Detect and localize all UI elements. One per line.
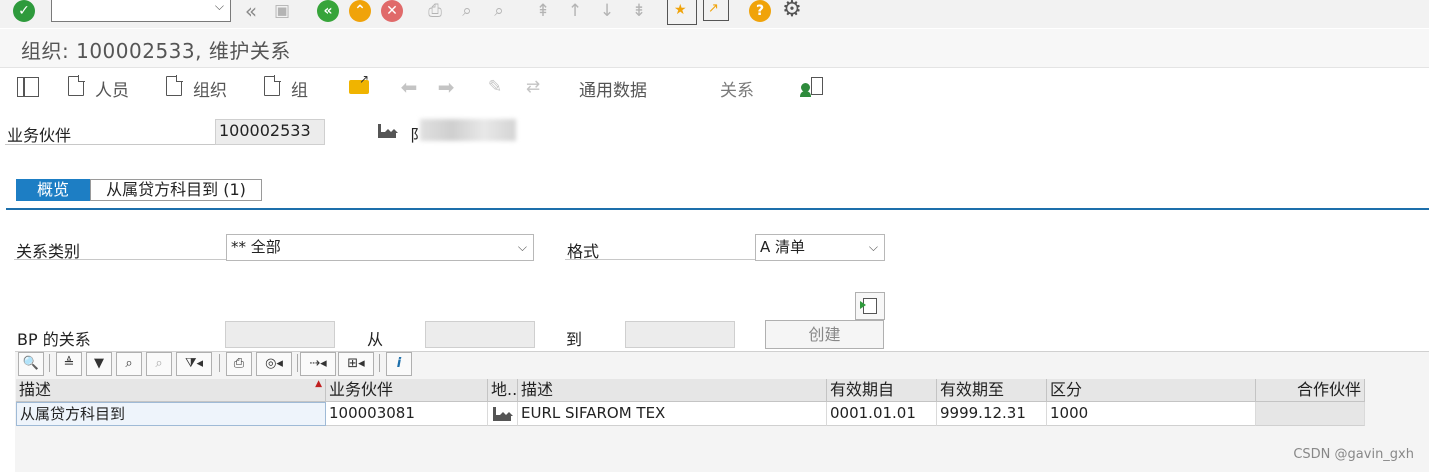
organizations-button[interactable]: 组织 — [193, 76, 227, 101]
persons-button[interactable]: 人员 — [95, 76, 129, 101]
settings-gear-icon[interactable]: ⚙ — [779, 0, 805, 21]
column-header-relation-desc[interactable]: 描述 ▲ — [16, 379, 326, 402]
label-underline — [5, 144, 215, 145]
table-cell-valid-from[interactable]: 0001.01.01 — [827, 402, 937, 426]
table-cell-address[interactable] — [488, 402, 518, 426]
page-title: 组织: 100002533, 维护关系 — [21, 39, 291, 63]
export-icon[interactable]: ⇢◂ — [300, 352, 336, 376]
blurred-partner-name — [420, 119, 516, 141]
table-cell-partner[interactable]: 100003081 — [326, 402, 488, 426]
document-icon[interactable] — [264, 75, 281, 96]
create-button[interactable]: 创建 — [765, 320, 884, 349]
command-field[interactable]: ⌵ — [51, 0, 231, 22]
new-session-icon[interactable]: ★ — [667, 0, 697, 25]
tab-strip-line — [6, 208, 1429, 210]
chevron-down-icon: ⌵ — [517, 240, 527, 254]
table-cell-valid-to[interactable]: 9999.12.31 — [937, 402, 1047, 426]
format-value: A 清单 — [760, 238, 806, 256]
relationships-button[interactable]: 关系 — [720, 76, 754, 101]
column-header-address[interactable]: 地... — [488, 379, 518, 402]
arrow-right-icon[interactable]: ➡ — [434, 76, 458, 98]
find-icon[interactable]: ⌕ — [455, 0, 479, 22]
valid-to-field[interactable] — [625, 321, 735, 348]
tab-overview[interactable]: 概览 — [16, 179, 90, 207]
sort-descending-icon[interactable]: ▼ — [86, 352, 112, 376]
label-underline — [565, 259, 755, 260]
display-change-icon[interactable]: ✎ — [483, 76, 507, 98]
chevron-down-icon: ⌵ — [868, 240, 878, 254]
table-cell-relation-desc[interactable]: 从属贷方科目到 — [16, 402, 326, 426]
save-icon[interactable]: ▣ — [270, 0, 294, 22]
navigation-panel-icon[interactable] — [17, 77, 39, 97]
first-page-icon[interactable]: ⇞ — [531, 0, 555, 22]
column-header-valid-from[interactable]: 有效期自 — [827, 379, 937, 402]
business-partner-label: 业务伙伴 — [7, 126, 72, 145]
to-label: 到 — [566, 330, 583, 349]
layout-icon[interactable]: ⊞◂ — [338, 352, 374, 376]
table-cell-cooperation-partner[interactable] — [1256, 402, 1365, 426]
sort-ascending-icon[interactable]: ≜ — [56, 352, 82, 376]
chevron-down-icon: ⌵ — [214, 0, 224, 13]
info-icon[interactable]: i — [386, 352, 412, 376]
print-icon[interactable]: ⎙ — [423, 0, 447, 22]
column-header-partner-desc[interactable]: 描述 — [518, 379, 827, 402]
find-icon[interactable]: ⌕ — [116, 352, 142, 376]
back-icon[interactable]: « — [317, 0, 339, 22]
tab-subordinate-vendor[interactable]: 从属贷方科目到 (1) — [90, 179, 262, 201]
toolbar-separator — [297, 354, 298, 372]
arrow-left-icon[interactable]: ⬅ — [397, 76, 421, 98]
table-cell-differentiation[interactable]: 1000 — [1047, 402, 1256, 426]
from-label: 从 — [367, 330, 384, 349]
toolbar-separator — [49, 354, 50, 372]
previous-page-icon[interactable]: ↑ — [563, 0, 587, 22]
toolbar-separator — [219, 354, 220, 372]
collapse-icon[interactable]: « — [239, 0, 263, 22]
toolbar-separator — [379, 354, 380, 372]
system-toolbar: ✓ ⌵ « ▣ « ⌃ ✕ ⎙ ⌕ ⌕ ⇞ ↑ ↓ ⇟ ★ ↗ ? ⚙ — [0, 0, 1429, 28]
insert-row-icon[interactable] — [855, 292, 885, 320]
business-partner-field[interactable]: 100002533 — [215, 119, 325, 145]
enter-check-icon[interactable]: ✓ — [13, 0, 35, 22]
column-header-label: 描述 — [19, 380, 52, 399]
open-folder-icon[interactable]: ↗ — [349, 72, 369, 94]
column-header-cooperation-partner[interactable]: 合作伙伴 — [1256, 379, 1365, 402]
general-data-button[interactable]: 通用数据 — [579, 76, 647, 101]
last-page-icon[interactable]: ⇟ — [627, 0, 651, 22]
bp-relations-label: BP 的关系 — [17, 330, 91, 349]
exit-icon[interactable]: ⌃ — [349, 0, 371, 22]
relation-category-dropdown[interactable]: ** 全部 ⌵ — [226, 234, 534, 261]
cancel-icon[interactable]: ✕ — [381, 0, 403, 22]
find-next-icon[interactable]: ⌕ — [146, 352, 172, 376]
groups-button[interactable]: 组 — [291, 76, 308, 101]
next-page-icon[interactable]: ↓ — [595, 0, 619, 22]
switch-icon[interactable]: ⇄ — [521, 76, 545, 98]
find-next-icon[interactable]: ⌕ — [487, 0, 511, 22]
filter-icon[interactable]: ⧩◂ — [176, 352, 212, 376]
column-header-valid-to[interactable]: 有效期至 — [937, 379, 1047, 402]
help-icon[interactable]: ? — [749, 0, 771, 22]
organization-icon — [378, 124, 398, 138]
shortcut-icon[interactable]: ↗ — [703, 0, 729, 21]
label-underline — [14, 259, 226, 260]
organization-icon — [493, 407, 513, 421]
document-icon[interactable] — [166, 75, 183, 96]
view-icon[interactable]: ◎◂ — [256, 352, 292, 376]
person-relationship-icon[interactable] — [800, 76, 823, 98]
column-header-partner[interactable]: 业务伙伴 — [326, 379, 488, 402]
valid-from-field[interactable] — [425, 321, 535, 348]
sort-indicator-icon: ▲ — [315, 379, 322, 389]
column-header-differentiation[interactable]: 区分 — [1047, 379, 1256, 402]
table-cell-partner-desc[interactable]: EURL SIFAROM TEX — [518, 402, 827, 426]
format-dropdown[interactable]: A 清单 ⌵ — [755, 234, 885, 261]
relation-category-value: ** 全部 — [231, 238, 281, 256]
details-icon[interactable]: 🔍 — [18, 352, 44, 376]
watermark: CSDN @gavin_gxh — [1293, 447, 1414, 462]
relation-type-field[interactable] — [225, 321, 335, 348]
print-icon[interactable]: ⎙ — [226, 352, 252, 376]
document-icon[interactable] — [68, 75, 85, 96]
